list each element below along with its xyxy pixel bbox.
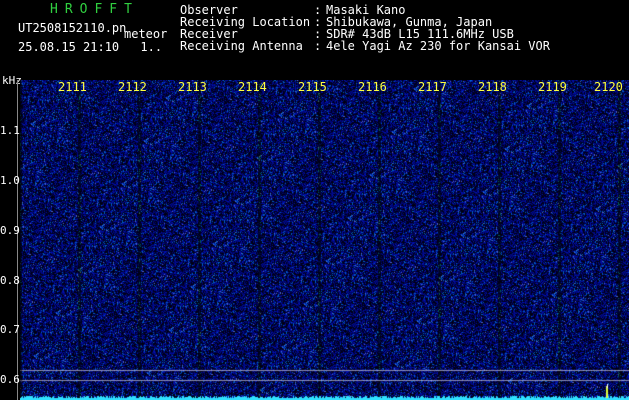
time-tick: 2114 bbox=[238, 80, 267, 94]
time-tick: 2119 bbox=[538, 80, 567, 94]
freq-tick: 1.1 bbox=[0, 124, 20, 137]
freq-tick: 0.6 bbox=[0, 373, 20, 386]
time-tick: 2113 bbox=[178, 80, 207, 94]
time-tick: 2120 bbox=[594, 80, 623, 94]
datetime-extra: 1.. bbox=[140, 40, 163, 54]
time-tick: 2111 bbox=[58, 80, 87, 94]
station-info: Observer: Masaki Kano Receiving Location:… bbox=[180, 4, 550, 52]
freq-tick: 0.7 bbox=[0, 323, 20, 336]
freq-tick: 0.8 bbox=[0, 274, 20, 287]
mode-label: meteor bbox=[124, 27, 168, 41]
info-row-antenna: Receiving Antenna:4ele Yagi Az 230 for K… bbox=[180, 39, 550, 53]
time-tick: 2112 bbox=[118, 80, 147, 94]
freq-tick: 0.9 bbox=[0, 224, 20, 237]
header-panel: HROFFT UT2508152110.pn meteor 25.08.15 2… bbox=[0, 0, 629, 78]
filename-label: UT2508152110.pn bbox=[18, 21, 127, 35]
time-tick: 2115 bbox=[298, 80, 327, 94]
time-tick: 2117 bbox=[418, 80, 447, 94]
y-axis-unit: kHz bbox=[2, 74, 22, 87]
time-tick: 2118 bbox=[478, 80, 507, 94]
brand-title: HROFFT bbox=[50, 2, 139, 17]
time-tick: 2116 bbox=[358, 80, 387, 94]
spectrogram-canvas bbox=[20, 80, 629, 400]
freq-tick: 1.0 bbox=[0, 174, 20, 187]
datetime-label: 25.08.15 21:10 1.. bbox=[18, 40, 162, 54]
datetime-value: 25.08.15 21:10 bbox=[18, 40, 120, 54]
